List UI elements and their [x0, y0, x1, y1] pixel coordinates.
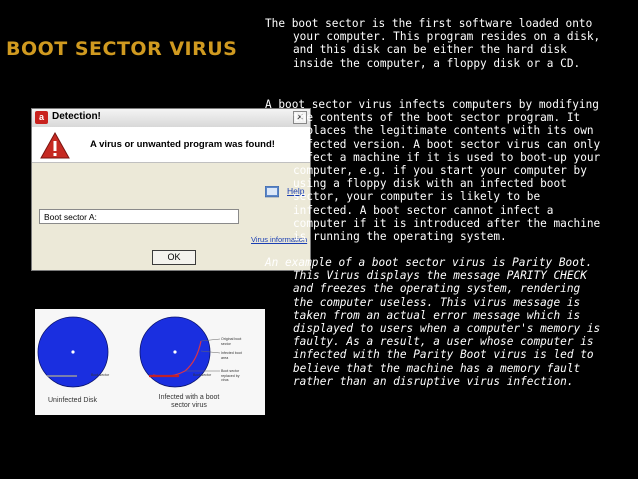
dialog-title: Detection! — [52, 111, 101, 122]
caption-infected: Infected with a boot sector virus — [158, 394, 220, 409]
label-boot-sector-left: Boot sector — [91, 373, 110, 377]
paragraph-infection: A boot sector virus infects computers by… — [265, 98, 601, 244]
caption-uninfected: Uninfected Disk — [48, 397, 98, 404]
dialog-header: A virus or unwanted program was found! — [32, 127, 310, 163]
paragraph-example: An example of a boot sector virus is Par… — [265, 256, 601, 388]
label-infected-area: Infected boot area — [221, 351, 242, 360]
label-original-boot: Original boot sector — [221, 337, 242, 346]
label-boot-sector-right: Boot sector — [193, 373, 212, 377]
ok-button[interactable]: OK — [152, 250, 196, 265]
disk-illustration: Boot sector Original boot sector Infecte… — [35, 309, 265, 415]
warning-icon — [40, 131, 70, 159]
label-replaced: Boot sector replaced by virus — [221, 369, 240, 382]
detection-dialog: a Detection! ✕ A virus or unwanted progr… — [31, 108, 311, 271]
slide-title: Boot Sector Virus — [6, 38, 238, 60]
dialog-message: A virus or unwanted program was found! — [90, 139, 275, 150]
dialog-titlebar: a Detection! ✕ — [32, 109, 310, 128]
detected-object-field[interactable]: Boot sector A: — [39, 209, 239, 224]
help-icon — [265, 186, 279, 198]
antivirus-logo-icon: a — [35, 111, 48, 124]
paragraph-intro: The boot sector is the first software lo… — [265, 17, 601, 70]
